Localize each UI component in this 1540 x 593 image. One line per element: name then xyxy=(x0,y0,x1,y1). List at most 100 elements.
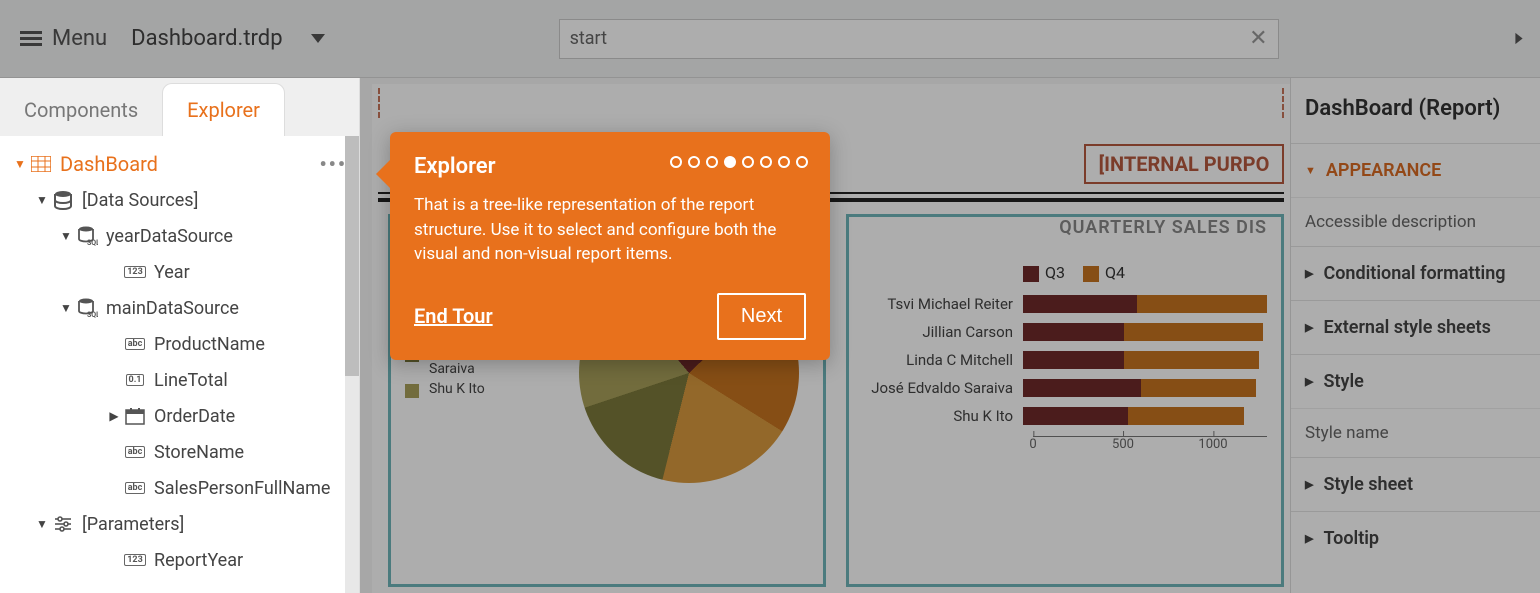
prop-section-style: ▶StyleStyle name xyxy=(1291,354,1540,457)
tab-components[interactable]: Components xyxy=(0,84,162,136)
prop-section-header[interactable]: ▼APPEARANCE xyxy=(1291,144,1540,197)
expand-icon[interactable] xyxy=(32,193,52,207)
prop-section-label: Style sheet xyxy=(1323,474,1413,495)
prop-section-header[interactable]: ▶Style sheet xyxy=(1291,458,1540,511)
expand-icon[interactable] xyxy=(56,229,76,243)
menu-button[interactable]: Menu xyxy=(20,26,107,51)
properties-panel: DashBoard (Report) ▼APPEARANCEAccessible… xyxy=(1290,78,1540,593)
tree-node-label: DashBoard xyxy=(60,152,158,176)
tree-node-productname[interactable]: abc ProductName xyxy=(0,326,359,362)
step-dot[interactable] xyxy=(706,156,718,168)
banner-text: [INTERNAL PURPO xyxy=(1099,152,1270,176)
bar-category-label: Jillian Carson xyxy=(863,323,1023,341)
step-dot[interactable] xyxy=(778,156,790,168)
date-icon xyxy=(124,405,146,427)
prop-section-header[interactable]: ▶Style xyxy=(1291,355,1540,408)
tree-node-label: StoreName xyxy=(154,442,244,463)
internal-purpose-banner[interactable]: [INTERNAL PURPO xyxy=(1084,144,1284,184)
tree-node-label: [Parameters] xyxy=(82,514,184,535)
bar-segment xyxy=(1023,379,1141,397)
tree-node-reportyear[interactable]: 123ReportYear xyxy=(0,542,359,578)
chevron-down-icon xyxy=(311,34,325,43)
prop-section-header[interactable]: ▶External style sheets xyxy=(1291,301,1540,354)
tree-node-year[interactable]: 123Year xyxy=(0,254,359,290)
tree-node-mainDS[interactable]: SQLmainDataSource xyxy=(0,290,359,326)
bar-rows: Tsvi Michael Reiter Jillian Carson Linda C… xyxy=(863,290,1267,430)
legend-item: Shu K Ito xyxy=(405,381,545,398)
clear-search-icon[interactable]: ✕ xyxy=(1249,26,1267,51)
scrollbar[interactable] xyxy=(345,136,359,593)
legend-swatch xyxy=(1023,266,1039,282)
grid-icon xyxy=(30,153,52,175)
tree-node-linetotal[interactable]: 0.1 LineTotal xyxy=(0,362,359,398)
tab-explorer[interactable]: Explorer xyxy=(162,83,285,136)
chevron-down-icon[interactable] xyxy=(1515,33,1522,44)
explorer-tree: DashBoard ••• [Data Sources] SQL yearDataSou… xyxy=(0,136,359,593)
chart-title: QUARTERLY SALES DIS xyxy=(1059,217,1267,238)
bar-segment xyxy=(1023,323,1124,341)
abc-icon: abc xyxy=(124,477,146,499)
num-icon: 123 xyxy=(124,549,146,571)
step-dot[interactable] xyxy=(742,156,754,168)
tree-node-storename[interactable]: abc StoreName xyxy=(0,434,359,470)
left-panel: Components Explorer DashBoard ••• [Data So… xyxy=(0,78,360,593)
axis-tick: 0 xyxy=(1029,437,1036,452)
bar-category-label: José Edvaldo Saraiva xyxy=(863,379,1023,397)
expand-icon[interactable] xyxy=(32,517,52,531)
expand-icon[interactable] xyxy=(10,157,30,171)
dec-icon: 0.1 xyxy=(124,369,146,391)
prop-section-header[interactable]: ▶Tooltip xyxy=(1291,512,1540,565)
prop-field[interactable]: Style name xyxy=(1291,408,1540,457)
axis-tick: 500 xyxy=(1112,437,1134,452)
bar-row: Linda C Mitchell xyxy=(863,346,1267,374)
tree-node-label: mainDataSource xyxy=(106,298,239,319)
tree-node-datasources[interactable]: [Data Sources] xyxy=(0,182,359,218)
tree-node-label: yearDataSource xyxy=(106,226,233,247)
next-button[interactable]: Next xyxy=(717,293,806,340)
step-dot[interactable] xyxy=(670,156,682,168)
tree-node-label: LineTotal xyxy=(154,370,228,391)
search-input[interactable]: start ✕ xyxy=(559,19,1279,59)
prop-field[interactable]: Accessible description xyxy=(1291,197,1540,246)
legend-label: Shu K Ito xyxy=(429,381,485,397)
scrollbar-thumb[interactable] xyxy=(345,136,359,376)
bar-segment xyxy=(1124,323,1263,341)
bar-row: Jillian Carson xyxy=(863,318,1267,346)
tree-node-yearDS[interactable]: SQL yearDataSource xyxy=(0,218,359,254)
tree-node-root[interactable]: DashBoard ••• xyxy=(0,146,359,182)
prop-section-stylesheet: ▶Style sheet xyxy=(1291,457,1540,511)
chevron-right-icon: ▶ xyxy=(1305,321,1313,334)
abc-icon: abc xyxy=(124,441,146,463)
page-header-band[interactable] xyxy=(378,88,1284,118)
bar-track xyxy=(1023,351,1267,369)
step-dot[interactable] xyxy=(760,156,772,168)
prop-section-label: Conditional formatting xyxy=(1323,263,1505,284)
bar-category-label: Tsvi Michael Reiter xyxy=(863,295,1023,313)
tour-popover: Explorer That is a tree-like representat… xyxy=(390,132,830,360)
sliders-icon xyxy=(52,513,74,535)
bar-segment xyxy=(1141,379,1255,397)
tree-node-label: ProductName xyxy=(154,334,265,355)
hamburger-icon xyxy=(20,31,42,47)
step-dot[interactable] xyxy=(688,156,700,168)
prop-section-appearance: ▼APPEARANCEAccessible description xyxy=(1291,143,1540,246)
prop-section-header[interactable]: ▶Conditional formatting xyxy=(1291,247,1540,300)
more-icon[interactable]: ••• xyxy=(319,152,347,176)
bar-chart[interactable]: QUARTERLY SALES DIS Q3Q4 Tsvi Michael Re… xyxy=(846,214,1284,587)
sql-icon: SQL xyxy=(76,225,98,247)
step-dot[interactable] xyxy=(724,156,736,168)
expand-icon[interactable] xyxy=(104,409,124,423)
tree-node-orderdate[interactable]: OrderDate xyxy=(0,398,359,434)
abc-icon: abc xyxy=(124,333,146,355)
chevron-down-icon: ▼ xyxy=(1305,164,1316,177)
expand-icon[interactable] xyxy=(56,301,76,315)
file-dropdown[interactable]: Dashboard.trdp xyxy=(131,26,324,51)
tree-node-salesperson[interactable]: abcSalesPersonFullName xyxy=(0,470,359,506)
step-dot[interactable] xyxy=(796,156,808,168)
end-tour-button[interactable]: End Tour xyxy=(414,304,493,328)
tree-node-parameters[interactable]: [Parameters] xyxy=(0,506,359,542)
legend-label: Q3 xyxy=(1045,263,1065,282)
bar-row: Tsvi Michael Reiter xyxy=(863,290,1267,318)
bar-row: José Edvaldo Saraiva xyxy=(863,374,1267,402)
legend-swatch xyxy=(405,384,419,398)
